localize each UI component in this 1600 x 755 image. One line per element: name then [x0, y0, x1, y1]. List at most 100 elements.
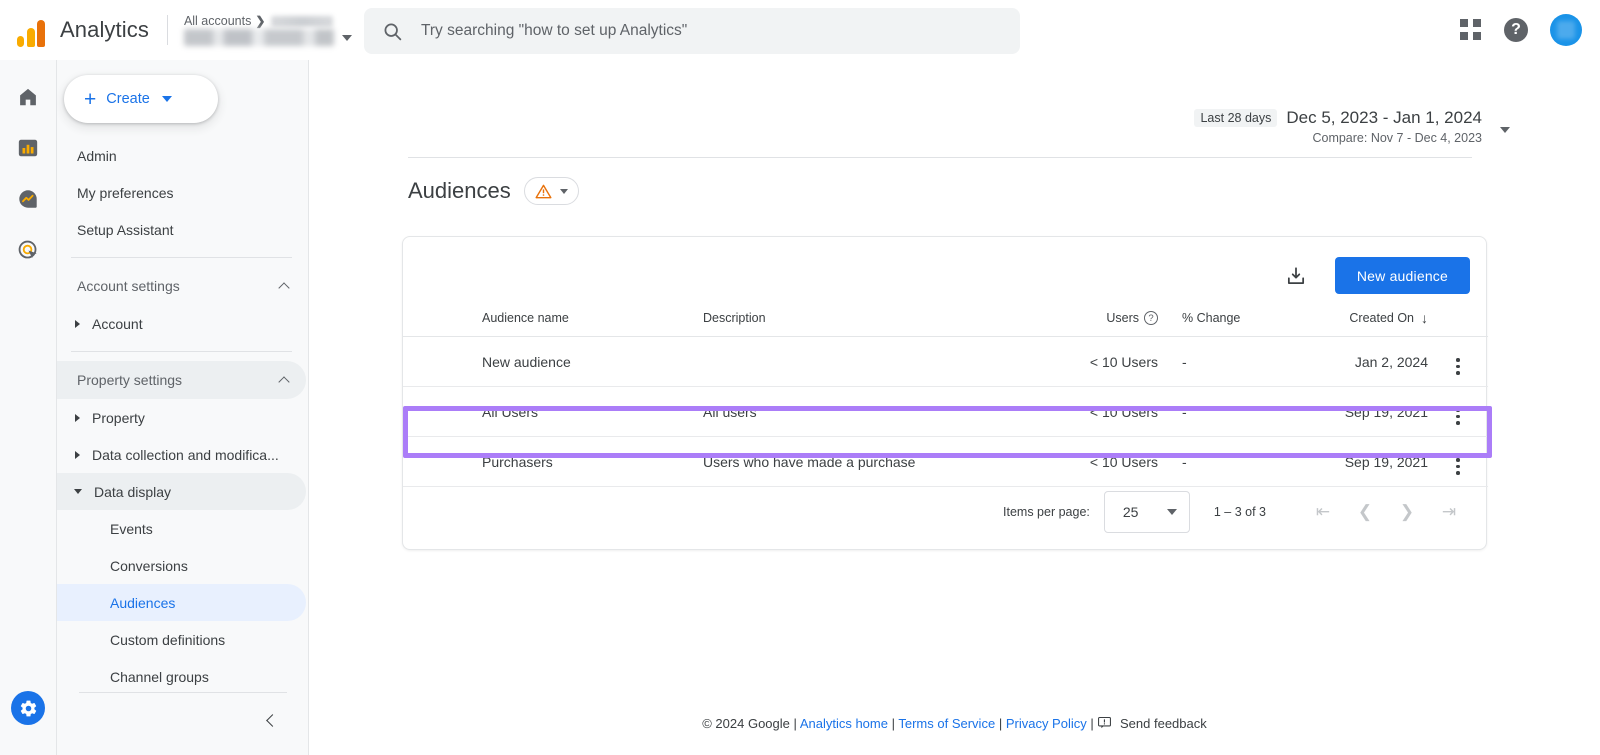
row-menu-icon[interactable]	[1456, 458, 1460, 475]
column-header-percent-change[interactable]: % Change	[1158, 311, 1278, 337]
sidebar: + Create Admin My preferences Setup Assi…	[57, 60, 309, 755]
sidebar-item-data-display[interactable]: Data display	[57, 473, 306, 510]
audiences-card: New audience Audience name Description U…	[402, 236, 1487, 550]
cell-audience-name: All Users	[403, 387, 703, 437]
chevron-up-icon	[278, 282, 289, 293]
sidebar-item-property-label: Property	[92, 410, 145, 426]
first-page-icon[interactable]: ⇤	[1302, 491, 1344, 533]
date-range-chevron-down-icon[interactable]	[1500, 127, 1510, 133]
new-audience-button[interactable]: New audience	[1335, 257, 1470, 294]
sidebar-item-my-preferences[interactable]: My preferences	[57, 174, 306, 211]
table-row[interactable]: All Users All users < 10 Users - Sep 19,…	[403, 387, 1488, 437]
column-header-users-label: Users	[1106, 311, 1139, 325]
chevron-down-icon	[560, 189, 568, 194]
cell-users: < 10 Users	[1023, 337, 1158, 387]
cell-percent-change: -	[1158, 387, 1278, 437]
cell-description	[703, 337, 1023, 387]
explore-icon[interactable]	[15, 186, 41, 212]
page-title-row: Audiences	[408, 177, 579, 205]
section-account-settings[interactable]: Account settings	[57, 267, 306, 305]
cell-created-on: Jan 2, 2024	[1278, 337, 1428, 387]
row-actions-cell	[1428, 437, 1488, 487]
sidebar-item-setup-assistant[interactable]: Setup Assistant	[57, 211, 306, 248]
sidebar-links: Admin My preferences Setup Assistant	[57, 137, 308, 248]
cell-percent-change: -	[1158, 337, 1278, 387]
property-selector[interactable]	[184, 29, 352, 46]
items-per-page-select[interactable]: 25	[1104, 491, 1190, 533]
gear-icon	[19, 699, 38, 718]
download-icon	[1285, 265, 1307, 287]
account-breadcrumb[interactable]: All accounts ❯	[184, 7, 352, 53]
last-page-icon[interactable]: ⇥	[1428, 491, 1470, 533]
chevron-down-icon[interactable]	[342, 35, 352, 41]
row-actions-cell	[1428, 387, 1488, 437]
items-per-page-value: 25	[1123, 504, 1139, 520]
date-range-selector[interactable]: Last 28 days Dec 5, 2023 - Jan 1, 2024 C…	[1194, 108, 1482, 145]
items-per-page-label: Items per page:	[1003, 505, 1090, 519]
date-range-preset: Last 28 days	[1194, 109, 1277, 127]
chevron-right-icon: ❯	[255, 14, 265, 28]
advertising-target-icon[interactable]	[15, 237, 41, 263]
table-header-row: Audience name Description Users ? % Chan…	[403, 311, 1488, 337]
sidebar-item-data-display-label: Data display	[94, 484, 171, 500]
footer-link-terms[interactable]: Terms of Service	[898, 716, 995, 731]
divider	[71, 257, 292, 258]
section-property-settings-label: Property settings	[77, 372, 182, 388]
sidebar-item-admin[interactable]: Admin	[57, 137, 306, 174]
cell-audience-name: Purchasers	[403, 437, 703, 487]
help-question-icon[interactable]: ?	[1144, 311, 1158, 325]
sidebar-item-custom-definitions[interactable]: Custom definitions	[57, 621, 306, 658]
column-header-users[interactable]: Users ?	[1023, 311, 1158, 337]
top-bar-actions: ?	[1460, 0, 1582, 60]
apps-grid-icon[interactable]	[1460, 19, 1482, 41]
brand-title: Analytics	[60, 17, 149, 43]
admin-gear-button[interactable]	[11, 691, 45, 725]
column-header-created-on[interactable]: Created On ↓	[1278, 311, 1428, 337]
section-property-settings[interactable]: Property settings	[57, 361, 306, 399]
prev-page-icon[interactable]: ❮	[1344, 491, 1386, 533]
row-actions-cell	[1428, 337, 1488, 387]
footer-separator: |	[892, 716, 895, 731]
footer-send-feedback[interactable]: Send feedback	[1120, 716, 1207, 731]
home-icon[interactable]	[15, 84, 41, 110]
sidebar-item-conversions[interactable]: Conversions	[57, 547, 306, 584]
column-header-audience-name[interactable]: Audience name	[403, 311, 703, 337]
chevron-left-icon	[266, 714, 279, 727]
row-menu-icon[interactable]	[1456, 408, 1460, 425]
cell-audience-name: New audience	[403, 337, 703, 387]
breadcrumb-all-accounts[interactable]: All accounts	[184, 14, 251, 28]
help-icon[interactable]: ?	[1504, 18, 1528, 42]
next-page-icon[interactable]: ❯	[1386, 491, 1428, 533]
cell-description: Users who have made a purchase	[703, 437, 1023, 487]
footer-link-analytics-home[interactable]: Analytics home	[800, 716, 888, 731]
breadcrumb[interactable]: All accounts ❯	[184, 14, 352, 28]
table-row[interactable]: New audience < 10 Users - Jan 2, 2024	[403, 337, 1488, 387]
sidebar-item-account[interactable]: Account	[57, 305, 306, 342]
avatar[interactable]	[1550, 14, 1582, 46]
reports-bar-chart-icon[interactable]	[15, 135, 41, 161]
search-input[interactable]: Try searching "how to set up Analytics"	[364, 8, 1020, 54]
cell-users: < 10 Users	[1023, 387, 1158, 437]
cell-users: < 10 Users	[1023, 437, 1158, 487]
download-button[interactable]	[1283, 263, 1309, 289]
triangle-right-icon	[75, 320, 80, 328]
create-button[interactable]: + Create	[64, 75, 218, 123]
divider	[79, 692, 287, 693]
audience-warning-button[interactable]	[524, 177, 579, 205]
sidebar-item-data-collection[interactable]: Data collection and modifica...	[57, 436, 306, 473]
icon-rail	[0, 60, 57, 755]
column-header-description[interactable]: Description	[703, 311, 1023, 337]
divider	[408, 157, 1472, 158]
row-menu-icon[interactable]	[1456, 358, 1460, 375]
date-range-compare: Compare: Nov 7 - Dec 4, 2023	[1194, 131, 1482, 145]
footer-link-privacy[interactable]: Privacy Policy	[1006, 716, 1087, 731]
table-row[interactable]: Purchasers Users who have made a purchas…	[403, 437, 1488, 487]
sidebar-item-events[interactable]: Events	[57, 510, 306, 547]
audiences-table: Audience name Description Users ? % Chan…	[403, 311, 1488, 487]
cell-created-on: Sep 19, 2021	[1278, 387, 1428, 437]
sidebar-item-property[interactable]: Property	[57, 399, 306, 436]
sidebar-item-audiences[interactable]: Audiences	[57, 584, 306, 621]
sidebar-collapse-button[interactable]	[258, 707, 284, 733]
create-button-label: Create	[106, 91, 150, 107]
sidebar-item-channel-groups[interactable]: Channel groups	[57, 658, 306, 695]
